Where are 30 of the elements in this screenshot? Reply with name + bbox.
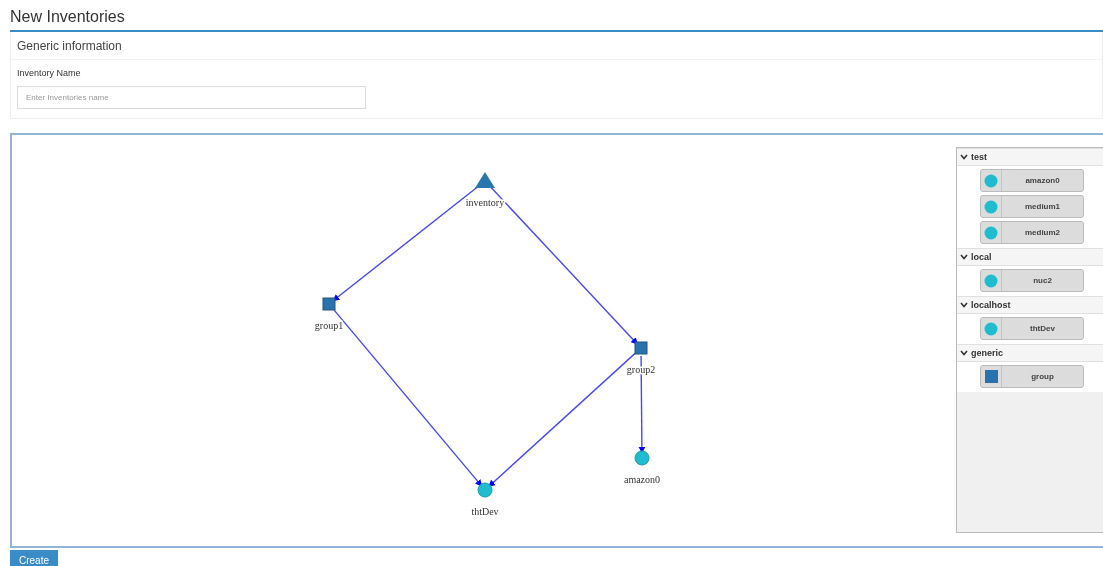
circle-icon xyxy=(984,273,998,288)
group-header[interactable]: generic xyxy=(957,344,1103,362)
node-label: amazon0 xyxy=(623,474,661,485)
square-icon xyxy=(984,370,998,383)
palette-item[interactable]: thtDev xyxy=(980,317,1084,340)
palette-item[interactable]: medium2 xyxy=(980,221,1084,244)
page-title: New Inventories xyxy=(10,7,126,27)
triangle-node[interactable] xyxy=(475,172,495,188)
group-header[interactable]: local xyxy=(957,248,1103,266)
inventory-name-field[interactable]: Enter Inventories name xyxy=(17,86,366,109)
circle-node[interactable] xyxy=(634,450,650,466)
group-header[interactable]: localhost xyxy=(957,296,1103,314)
node-label: inventory xyxy=(465,197,505,208)
create-button[interactable]: Create xyxy=(10,550,58,566)
circle-icon xyxy=(984,321,998,336)
palette-item[interactable]: amazon0 xyxy=(980,169,1084,192)
circle-node[interactable] xyxy=(477,482,493,498)
circle-icon xyxy=(984,199,998,214)
palette-item[interactable]: nuc2 xyxy=(980,269,1084,292)
palette-item[interactable]: medium1 xyxy=(980,195,1084,218)
square-node[interactable] xyxy=(634,341,648,355)
node-label: thtDev xyxy=(471,506,499,517)
circle-icon xyxy=(984,225,998,240)
square-node[interactable] xyxy=(322,297,336,311)
circle-icon xyxy=(984,173,998,188)
palette-item[interactable]: group xyxy=(980,365,1084,388)
field-label: Inventory Name xyxy=(17,68,82,78)
node-label: group1 xyxy=(314,320,344,331)
group-header[interactable]: test xyxy=(957,148,1103,166)
panel-heading: Generic information xyxy=(17,39,122,53)
